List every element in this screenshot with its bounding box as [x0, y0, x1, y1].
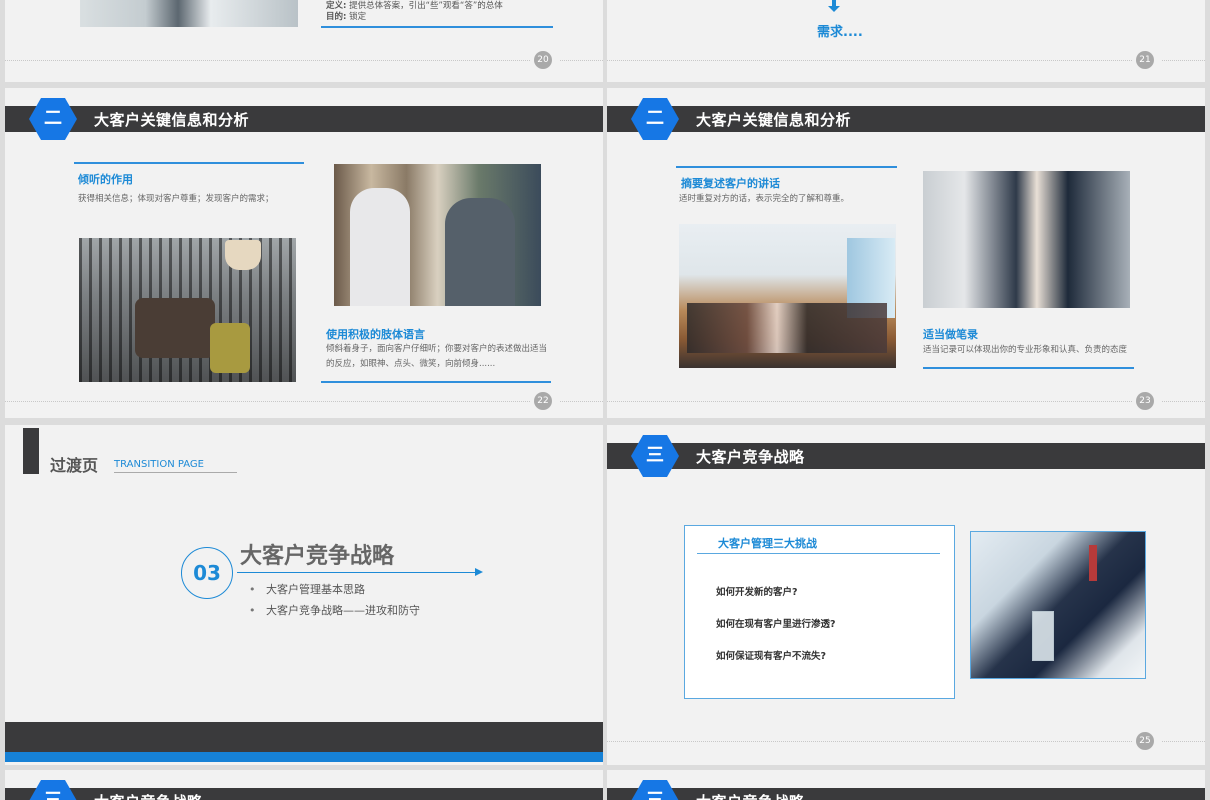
slide-24-thumbnail[interactable]: 过渡页 TRANSITION PAGE 03 大客户竞争战略 大客户管理基本思路…	[5, 425, 603, 765]
section-hexagon-icon: 二	[29, 98, 77, 140]
listen-title: 倾听的作用	[78, 173, 133, 186]
divider-line	[676, 166, 897, 168]
slide-20-thumbnail[interactable]: 定义: 提供总体答案，引出“些”观看“答”的总体 目的: 锁定 20	[5, 0, 603, 82]
red-tie-shape	[1089, 545, 1097, 581]
challenges-title: 大客户管理三大挑战	[718, 537, 817, 550]
page-number-rule	[5, 60, 530, 61]
challenge-question: 如何开发新的客户?	[716, 587, 798, 598]
office-photo	[80, 0, 298, 27]
section-hexagon-icon: 三	[631, 435, 679, 477]
body-language-text: 倾斜着身子，面向客户仔细听；你要对客户的表述做出适当的反应，如眼神、点头、微笑，…	[326, 344, 548, 369]
section-hexagon-icon: 二	[631, 98, 679, 140]
challenge-question: 如何保证现有客户不流失?	[716, 651, 827, 662]
chapter-title: 大客户竞争战略	[240, 544, 395, 569]
chapter-bullets: 大客户管理基本思路 大客户竞争战略——进攻和防守	[249, 579, 420, 621]
slide-23-thumbnail[interactable]: 二 大客户关键信息和分析 摘要复述客户的讲话 适时重复对方的话，表示完全的了解和…	[607, 88, 1205, 418]
page-number-rule	[560, 60, 603, 61]
section-hexagon-icon: 三	[631, 780, 679, 800]
bullet-item: 大客户管理基本思路	[249, 579, 420, 600]
page-number-badge: 20	[534, 51, 552, 69]
divider-line	[923, 367, 1134, 369]
person-left-shape	[350, 188, 410, 306]
purpose-label: 目的:	[326, 12, 347, 22]
summary-title: 摘要复述客户的讲话	[681, 177, 780, 190]
page-number-badge: 25	[1136, 732, 1154, 750]
transition-title: 过渡页	[50, 456, 99, 475]
slide-21-thumbnail[interactable]: 需求.... 21	[607, 0, 1205, 82]
slide-title: 大客户竞争战略	[696, 448, 805, 466]
divider-line	[321, 381, 551, 383]
slide-title: 大客户竞争战略	[94, 791, 203, 800]
page-number-badge: 21	[1136, 51, 1154, 69]
divider-line	[74, 162, 304, 164]
slide-22-thumbnail[interactable]: 二 大客户关键信息和分析 倾听的作用 获得相关信息；体现对客户尊重；发现客户的需…	[5, 88, 603, 418]
businessman-photo	[970, 531, 1146, 679]
page-number-rule	[1162, 741, 1205, 742]
challenge-question: 如何在现有客户里进行渗透?	[716, 619, 836, 630]
people-shape	[135, 298, 215, 358]
divider-line	[321, 26, 553, 28]
slide-25-thumbnail[interactable]: 三 大客户竞争战略 大客户管理三大挑战 如何开发新的客户? 如何在现有客户里进行…	[607, 425, 1205, 765]
divider-line	[697, 553, 940, 554]
listen-text: 获得相关信息；体现对客户尊重；发现客户的需求；	[78, 194, 274, 204]
footer-dark-band	[5, 722, 603, 752]
section-hexagon-icon: 三	[29, 780, 77, 800]
accent-bar	[23, 428, 39, 474]
women-meeting-photo	[923, 171, 1130, 308]
transition-subtitle: TRANSITION PAGE	[114, 459, 204, 470]
page-number-rule	[607, 401, 1132, 402]
arrow-line	[237, 572, 480, 573]
slide-27-thumbnail[interactable]: 三 大客户竞争战略	[607, 770, 1205, 800]
down-arrow-head-icon	[828, 6, 840, 12]
purpose-line: 目的: 锁定	[326, 10, 366, 22]
page-number-rule	[607, 741, 1132, 742]
note-text: 适当记录可以体现出你的专业形象和认真、负责的态度	[923, 345, 1128, 355]
definition-text: 提供总体答案，引出“些”观看“答”的总体	[349, 1, 503, 11]
page-number-rule	[5, 401, 530, 402]
footer-blue-band	[5, 752, 603, 762]
page-number-badge: 23	[1136, 392, 1154, 410]
note-title: 适当做笔录	[923, 328, 978, 341]
slide-grid: 定义: 提供总体答案，引出“些”观看“答”的总体 目的: 锁定 20 需求...…	[0, 0, 1210, 800]
page-number-rule	[607, 60, 1132, 61]
bullet-item: 大客户竞争战略——进攻和防守	[249, 600, 420, 621]
page-number-rule	[560, 401, 603, 402]
arrow-right-icon	[475, 568, 483, 576]
slide-title: 大客户竞争战略	[696, 791, 805, 800]
attendees-shape	[687, 303, 887, 353]
sofa-shape	[210, 323, 250, 373]
chapter-number-badge: 03	[181, 547, 233, 599]
lamp-shape	[225, 240, 261, 270]
slide-title: 大客户关键信息和分析	[696, 111, 852, 129]
need-text: 需求....	[817, 25, 863, 40]
slide-26-thumbnail[interactable]: 三 大客户竞争战略	[5, 770, 603, 800]
page-number-rule	[1162, 60, 1205, 61]
glass-shape	[1032, 611, 1054, 661]
body-language-title: 使用积极的肢体语言	[326, 328, 425, 341]
person-right-shape	[445, 198, 515, 306]
purpose-text: 锁定	[349, 12, 367, 22]
divider-line	[114, 472, 237, 473]
page-number-badge: 22	[534, 392, 552, 410]
slide-title: 大客户关键信息和分析	[94, 111, 250, 129]
challenges-box: 大客户管理三大挑战 如何开发新的客户? 如何在现有客户里进行渗透? 如何保证现有…	[684, 525, 955, 699]
summary-text: 适时重复对方的话，表示完全的了解和尊重。	[679, 194, 850, 204]
page-number-rule	[1162, 401, 1205, 402]
